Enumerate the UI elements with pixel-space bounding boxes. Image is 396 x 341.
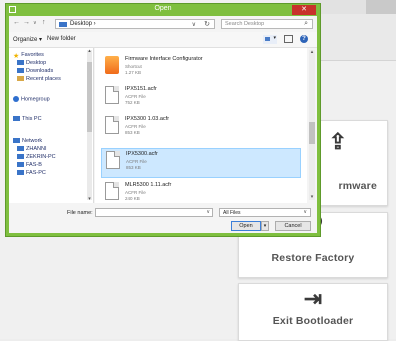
file-type: Shortcut: [125, 64, 142, 69]
file-icon: [105, 182, 119, 200]
file-size: 853 KB: [126, 165, 141, 170]
dialog-title-bar[interactable]: Open ✕: [6, 4, 320, 16]
view-icon: [265, 37, 270, 41]
homegroup-icon: [13, 96, 19, 102]
file-type: ACFR File: [125, 190, 146, 195]
file-type: ACFR File: [126, 159, 147, 164]
file-name-label: File name:: [67, 210, 93, 216]
file-name-dropdown-icon[interactable]: ∨: [206, 209, 210, 215]
dialog-toolbar: Organize ▾ New folder ▾ ?: [9, 32, 317, 48]
up-arrow-icon[interactable]: ↑: [42, 19, 46, 26]
file-type-value: All Files: [223, 210, 241, 216]
nav-network-fas-b[interactable]: FAS-B: [17, 162, 42, 168]
nav-network-fas-pc[interactable]: FAS-PC: [17, 170, 46, 176]
dialog-footer: File name: ∨ All Files ∨ Open ▾ Cancel: [9, 206, 317, 236]
search-placeholder: Search Desktop: [225, 21, 265, 27]
file-list-scrollbar[interactable]: ▴ ▾: [309, 49, 315, 200]
file-icon: [105, 116, 119, 134]
file-type: ACFR File: [125, 124, 146, 129]
open-file-dialog: Open ✕ ← → ∨ ↑ Desktop › ∨ ↻ Search Desk…: [5, 3, 321, 237]
file-name: Firmware Interface Configurator: [125, 56, 203, 62]
folder-icon: [59, 22, 67, 27]
app-close-button[interactable]: [366, 0, 396, 14]
scrollbar-thumb[interactable]: [309, 122, 315, 144]
file-name: IPX5300 1.03.acfr: [125, 116, 170, 122]
scroll-down-icon[interactable]: ▾: [87, 196, 92, 202]
restore-factory-label: Restore Factory: [271, 252, 355, 264]
exit-icon: ⇥: [303, 286, 323, 311]
scroll-up-icon[interactable]: ▴: [87, 48, 92, 54]
network-pc-icon: [17, 170, 24, 176]
file-list: Firmware Interface Configurator Shortcut…: [95, 48, 315, 203]
downloads-icon: [17, 68, 24, 74]
address-path: Desktop ›: [70, 21, 96, 27]
navigation-pane: ★ Favorites Desktop Downloads Recent plac…: [9, 48, 94, 203]
star-icon: ★: [13, 53, 20, 61]
network-pc-icon: [17, 146, 24, 152]
address-bar[interactable]: Desktop › ∨ ↻: [55, 19, 215, 29]
dialog-title: Open: [154, 5, 172, 12]
change-view-button[interactable]: ▾: [263, 35, 277, 44]
file-size: 240 KB: [125, 196, 140, 201]
file-size: 853 KB: [125, 130, 140, 135]
help-icon[interactable]: ?: [300, 35, 308, 43]
scroll-down-icon[interactable]: ▾: [309, 194, 315, 200]
file-icon: [105, 86, 119, 104]
scrollbar-thumb[interactable]: [87, 62, 92, 132]
nav-downloads[interactable]: Downloads: [17, 68, 53, 74]
file-name: MLR5300 1.11.acfr: [125, 182, 172, 188]
nav-network[interactable]: Network: [13, 138, 42, 144]
dialog-close-button[interactable]: ✕: [292, 5, 316, 15]
exit-bootloader-button[interactable]: ⇥ Exit Bootloader: [238, 283, 388, 341]
nav-this-pc[interactable]: This PC: [13, 116, 42, 122]
network-pc-icon: [17, 154, 24, 160]
file-type-select[interactable]: All Files ∨: [219, 208, 311, 217]
file-icon: [106, 151, 120, 169]
nav-homegroup[interactable]: Homegroup: [13, 96, 50, 102]
nav-favorites[interactable]: ★ Favorites: [13, 52, 44, 61]
nav-network-zekrin-pc[interactable]: ZEKRIN-PC: [17, 154, 56, 160]
open-options-button[interactable]: ▾: [261, 221, 269, 231]
forward-arrow-icon[interactable]: →: [23, 19, 30, 26]
list-item[interactable]: IPX5300 1.03.acfr ACFR File 853 KB: [101, 114, 301, 142]
nav-recent-places[interactable]: Recent places: [17, 76, 61, 82]
dialog-body: ← → ∨ ↑ Desktop › ∨ ↻ Search Desktop ⌕ O…: [9, 16, 317, 233]
file-type: ACFR File: [125, 94, 146, 99]
file-type-dropdown-icon: ∨: [303, 209, 307, 215]
file-name: IPX5300.acfr: [126, 151, 158, 157]
exit-bootloader-label: Exit Bootloader: [272, 315, 354, 327]
open-button[interactable]: Open: [231, 221, 261, 231]
computer-icon: [13, 116, 20, 122]
search-input[interactable]: Search Desktop ⌕: [221, 19, 313, 29]
list-item[interactable]: Firmware Interface Configurator Shortcut…: [101, 54, 301, 82]
nav-desktop[interactable]: Desktop: [17, 60, 46, 66]
list-item[interactable]: MLR5300 1.11.acfr ACFR File 240 KB: [101, 180, 301, 208]
file-name: IPX5151.acfr: [125, 86, 157, 92]
file-name-field[interactable]: ∨: [95, 208, 213, 217]
nav-network-zhanni[interactable]: ZHANNI: [17, 146, 46, 152]
navigation-scrollbar[interactable]: ▴ ▾: [87, 48, 92, 202]
recent-places-icon: [17, 76, 24, 82]
address-row: ← → ∨ ↑ Desktop › ∨ ↻ Search Desktop ⌕: [9, 16, 317, 32]
organize-button[interactable]: Organize ▾: [13, 36, 42, 43]
list-item-selected[interactable]: IPX5300.acfr ACFR File 853 KB: [101, 148, 301, 178]
refresh-icon[interactable]: ↻: [204, 20, 210, 28]
file-size: 752 KB: [125, 100, 140, 105]
list-item[interactable]: IPX5151.acfr ACFR File 752 KB: [101, 84, 301, 112]
new-folder-button[interactable]: New folder: [47, 36, 76, 42]
config-app-icon: [105, 56, 119, 74]
back-arrow-icon[interactable]: ←: [13, 19, 20, 26]
address-dropdown-icon[interactable]: ∨: [192, 21, 196, 28]
cancel-button[interactable]: Cancel: [275, 221, 311, 231]
desktop-icon: [17, 60, 24, 66]
network-pc-icon: [17, 162, 24, 168]
file-size: 1.27 KB: [125, 70, 142, 75]
view-dropdown-icon: ▾: [273, 35, 276, 41]
network-icon: [13, 138, 20, 144]
scroll-up-icon[interactable]: ▴: [309, 49, 315, 55]
search-icon: ⌕: [304, 20, 308, 27]
recent-dropdown-icon[interactable]: ∨: [33, 20, 37, 26]
preview-pane-icon[interactable]: [284, 35, 293, 43]
